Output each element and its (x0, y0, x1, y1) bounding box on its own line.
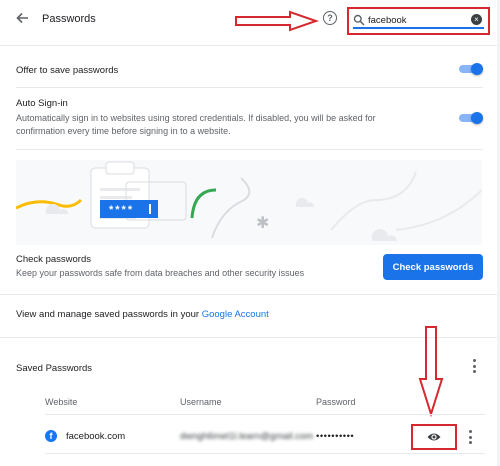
check-passwords-title: Check passwords (16, 254, 91, 265)
divider (45, 414, 485, 415)
check-passwords-description: Keep your passwords safe from data breac… (16, 268, 305, 278)
svg-text:✱: ✱ (256, 215, 269, 232)
clear-icon[interactable]: × (471, 14, 482, 25)
arrow-left-icon[interactable] (14, 10, 30, 26)
auto-signin-label: Auto Sign-in (16, 98, 68, 109)
offer-save-toggle[interactable] (459, 63, 483, 75)
auto-signin-toggle[interactable] (459, 112, 483, 124)
eye-icon (427, 433, 441, 441)
divider (0, 294, 497, 295)
divider (0, 45, 497, 46)
divider (45, 453, 485, 454)
column-header-password: Password (316, 397, 356, 407)
row-username: dwngh6met1l.learn@gmail.com (180, 431, 314, 442)
show-password-button[interactable] (411, 424, 457, 450)
saved-passwords-title: Saved Passwords (16, 363, 93, 374)
help-circle-icon[interactable]: ? (323, 11, 337, 25)
search-input[interactable] (368, 13, 463, 27)
search-field[interactable]: × (347, 7, 490, 35)
offer-save-label: Offer to save passwords (16, 65, 119, 76)
row-more-vert-icon[interactable] (467, 430, 473, 444)
column-header-username: Username (180, 397, 222, 407)
search-icon (353, 14, 365, 26)
divider (16, 87, 483, 88)
annotation-arrow-down (418, 326, 444, 417)
masked-password-text: **** (109, 204, 134, 216)
facebook-icon: f (45, 430, 57, 442)
manage-passwords-text: View and manage saved passwords in your … (16, 309, 269, 320)
check-passwords-button[interactable]: Check passwords (383, 254, 483, 280)
row-website: facebook.com (66, 431, 126, 442)
annotation-arrow-right (235, 10, 320, 32)
more-vert-icon[interactable] (471, 359, 477, 373)
check-passwords-illustration: **** ✱ (16, 160, 482, 245)
row-password: •••••••••• (316, 431, 355, 442)
divider (16, 149, 483, 150)
auto-signin-description: Automatically sign in to websites using … (16, 113, 376, 136)
column-header-website: Website (45, 397, 78, 407)
google-account-link[interactable]: Google Account (202, 309, 269, 320)
passwords-settings-card: Passwords ? × Offer to save passwords Au… (0, 0, 497, 466)
page-title: Passwords (42, 13, 96, 25)
